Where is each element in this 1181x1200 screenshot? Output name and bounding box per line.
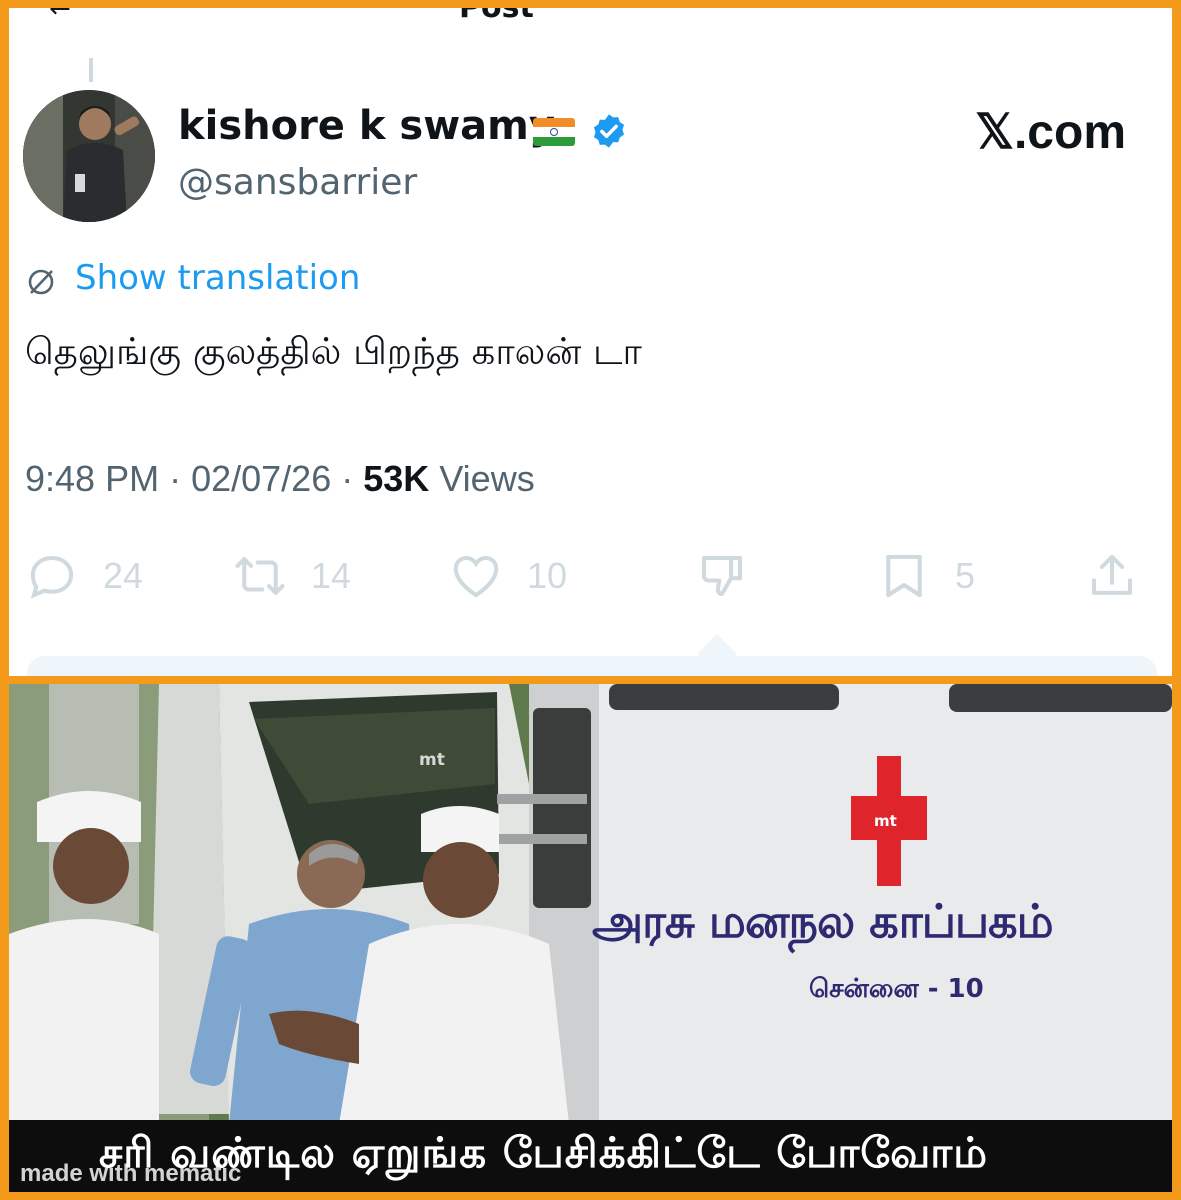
downvote-button[interactable] — [695, 548, 773, 604]
tweet-date[interactable]: 02/07/26 — [191, 458, 331, 499]
repost-count: 14 — [311, 555, 352, 596]
show-translation-link[interactable]: Show translation — [75, 258, 360, 298]
van-subtitle-text: சென்னை - 10 — [809, 974, 984, 1004]
author-display-name[interactable]: kishore k swamy — [178, 103, 555, 149]
repost-button[interactable]: 14 — [233, 548, 351, 604]
verified-badge-icon — [593, 114, 625, 148]
repost-arrows-icon — [235, 557, 285, 595]
like-count: 10 — [527, 555, 568, 596]
tweet-card: ← Post kishore k swamy @sansbarrier 𝕏.co… — [9, 8, 1172, 676]
bookmark-count: 5 — [955, 555, 976, 596]
meme-image: mt mt அரசு மனநல காப்பகம் சென்னை - 10 சரி… — [9, 684, 1172, 1192]
thread-connector — [89, 58, 93, 82]
separator-dot: · — [169, 458, 192, 499]
views-label: Views — [439, 458, 535, 499]
thumbs-down-icon — [701, 555, 743, 597]
separator-dot: · — [341, 458, 364, 499]
views-count: 53K — [363, 458, 430, 499]
reply-button[interactable]: 24 — [25, 548, 143, 604]
share-button[interactable] — [1085, 548, 1163, 604]
site-label: 𝕏.com — [975, 106, 1126, 159]
cross-brand-logo: mt — [874, 812, 897, 830]
quoted-post-preview[interactable] — [27, 656, 1157, 676]
reply-count: 24 — [103, 555, 144, 596]
india-flag-icon — [533, 118, 575, 146]
avatar[interactable] — [23, 90, 155, 222]
van-title-text: அரசு மனநல காப்பகம் — [592, 894, 1054, 948]
van-brand-logo: mt — [419, 750, 445, 770]
tweet-meta: 9:48 PM · 02/07/26 · 53K Views — [25, 458, 535, 500]
author-handle[interactable]: @sansbarrier — [178, 162, 417, 203]
app-watermark: made with mematic — [20, 1160, 242, 1187]
share-upload-icon — [1091, 554, 1133, 595]
back-arrow-icon[interactable]: ← — [49, 8, 71, 24]
tweet-time[interactable]: 9:48 PM — [25, 458, 159, 499]
like-button[interactable]: 10 — [449, 548, 567, 604]
tweet-text: தெலுங்கு குலத்தில் பிறந்த காலன் டா — [25, 330, 642, 373]
translate-globe-icon — [28, 269, 54, 295]
heart-icon — [453, 555, 499, 598]
bookmark-icon — [886, 554, 922, 598]
reply-bubble-icon — [30, 555, 74, 599]
bookmark-button[interactable]: 5 — [877, 548, 975, 604]
page-title: Post — [459, 8, 534, 25]
